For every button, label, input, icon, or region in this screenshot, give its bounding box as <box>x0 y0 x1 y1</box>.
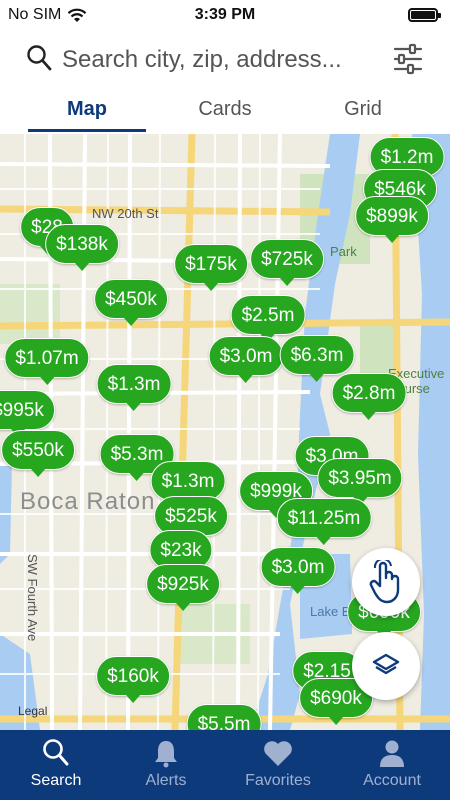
nav-favorites[interactable]: Favorites <box>222 730 334 800</box>
price-pin[interactable]: $11.25m <box>276 498 372 545</box>
price-pin[interactable]: $3.0m <box>260 547 336 594</box>
nav-search[interactable]: Search <box>0 730 112 800</box>
search-icon <box>27 45 52 71</box>
nav-favorites-label: Favorites <box>245 772 311 789</box>
price-pin[interactable]: $3.95m <box>317 458 403 505</box>
tab-grid[interactable]: Grid <box>288 98 438 121</box>
price-pin[interactable]: $550k <box>1 430 75 477</box>
bell-icon <box>155 741 177 768</box>
price-pin[interactable]: $995k <box>0 390 55 437</box>
nav-alerts[interactable]: Alerts <box>110 730 222 800</box>
hand-pointer-icon <box>369 560 400 604</box>
city-label: Boca Raton <box>20 488 156 515</box>
price-pin[interactable]: $925k <box>146 564 220 611</box>
price-pin[interactable]: $725k <box>250 239 324 286</box>
battery-icon <box>408 8 441 22</box>
price-pin[interactable]: $160k <box>96 656 170 703</box>
person-icon <box>380 740 404 767</box>
clock: 3:39 PM <box>194 6 256 23</box>
search-input[interactable] <box>62 44 382 76</box>
nav-account-label: Account <box>363 772 421 789</box>
price-pin[interactable]: $2.5m <box>230 295 306 342</box>
bottom-navigation: Search Alerts Favorites Account <box>0 730 450 800</box>
price-pin[interactable]: $175k <box>174 244 248 291</box>
layers-icon <box>372 653 400 675</box>
search-bar <box>0 30 450 92</box>
map-layers-button[interactable] <box>352 632 420 700</box>
price-pin[interactable]: $1.3m <box>96 364 172 411</box>
draw-area-button[interactable] <box>352 548 420 616</box>
price-pin[interactable]: $899k <box>355 196 429 243</box>
street-label: NW 20th St <box>92 206 159 221</box>
legal-link[interactable]: Legal <box>18 704 47 718</box>
price-pin[interactable]: $2.8m <box>331 373 407 420</box>
tab-map[interactable]: Map <box>12 98 162 121</box>
price-pin[interactable]: $1.07m <box>4 338 90 385</box>
price-pin[interactable]: $450k <box>94 279 168 326</box>
heart-icon <box>264 741 292 766</box>
view-tabs: Map Cards Grid <box>0 92 450 135</box>
map-view[interactable]: NW 20th St SW Fourth Ave Lake Boca Execu… <box>0 134 450 730</box>
nav-account[interactable]: Account <box>336 730 448 800</box>
street-label: SW Fourth Ave <box>25 554 40 642</box>
filter-sliders-icon[interactable] <box>393 43 423 75</box>
nav-alerts-label: Alerts <box>145 772 187 789</box>
price-pin[interactable]: $1.3m <box>150 461 226 508</box>
price-pin[interactable]: $6.3m <box>279 335 355 382</box>
status-bar: No SIM 3:39 PM <box>0 0 450 30</box>
active-tab-indicator <box>28 129 146 132</box>
tab-cards[interactable]: Cards <box>150 98 300 121</box>
search-icon <box>43 739 69 766</box>
price-pin[interactable]: $138k <box>45 224 119 271</box>
park-label: Park <box>330 244 357 259</box>
price-pin[interactable]: $3.0m <box>208 336 284 383</box>
price-pin[interactable]: $5.5m <box>186 704 262 730</box>
nav-search-label: Search <box>30 772 82 789</box>
